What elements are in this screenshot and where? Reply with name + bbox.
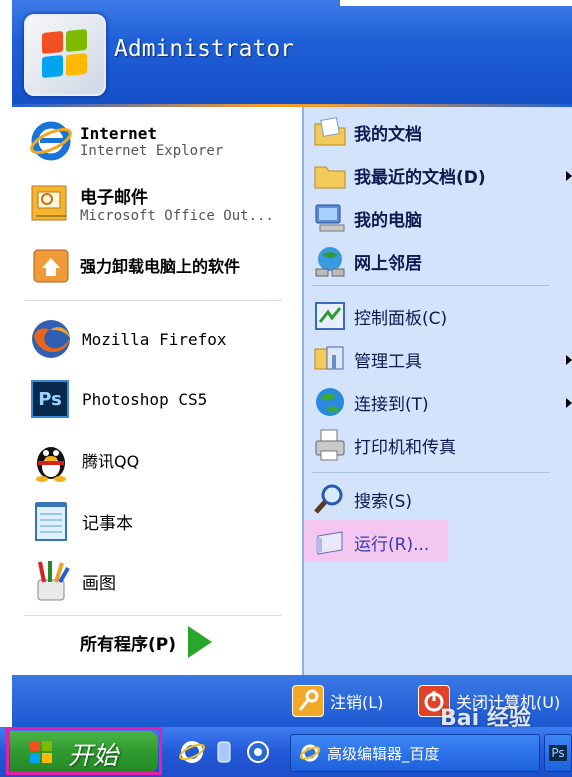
my-documents-icon — [312, 114, 348, 150]
network-icon — [312, 243, 348, 279]
recent-paint[interactable]: 画图 — [28, 558, 116, 604]
right-separator — [312, 285, 550, 286]
firefox-icon — [28, 316, 74, 362]
user-name: Administrator — [114, 36, 295, 62]
connect-chevron-icon — [566, 398, 572, 408]
search-icon — [312, 481, 348, 517]
uninstall-label: 强力卸载电脑上的软件 — [80, 257, 241, 276]
internet-sublabel: Internet Explorer — [80, 142, 224, 159]
quicklaunch-app-icon[interactable] — [212, 738, 236, 766]
window-edge — [340, 0, 572, 6]
recent-photoshop[interactable]: Ps Photoshop CS5 — [28, 376, 207, 422]
windows-flag-icon — [39, 28, 91, 81]
photoshop-icon: Ps — [28, 376, 74, 422]
place-control-panel[interactable]: 控制面板(C) — [312, 298, 447, 334]
pinned-internet[interactable]: Internet Internet Explorer — [28, 118, 223, 164]
printer-icon — [312, 427, 348, 463]
quicklaunch-desktop-icon[interactable] — [244, 738, 272, 766]
key-icon — [292, 685, 324, 717]
place-run[interactable]: 运行(R)... — [312, 524, 429, 560]
place-my-computer[interactable]: 我的电脑 — [312, 200, 422, 236]
recent-firefox[interactable]: Mozilla Firefox — [28, 316, 227, 362]
run-label: 运行(R)... — [354, 534, 430, 555]
ie-icon — [28, 118, 74, 164]
notepad-icon — [28, 498, 74, 544]
admin-tools-icon — [312, 341, 348, 377]
place-connect-to[interactable]: 连接到(T) — [312, 384, 429, 420]
control-panel-icon — [312, 298, 348, 334]
run-icon — [312, 524, 348, 560]
email-label: 电子邮件 — [80, 187, 148, 208]
recent-docs-icon — [312, 157, 348, 193]
connect-icon — [312, 384, 348, 420]
my-documents-label: 我的文档 — [354, 124, 422, 145]
task-ie-icon — [299, 742, 321, 764]
left-bottom-separator — [24, 615, 282, 616]
notepad-label: 记事本 — [82, 513, 133, 534]
printers-label: 打印机和传真 — [354, 437, 456, 458]
place-network[interactable]: 网上邻居 — [312, 243, 422, 279]
control-panel-label: 控制面板(C) — [354, 308, 448, 329]
task-editor-label: 高级编辑器_百度 — [327, 744, 440, 763]
qq-icon — [28, 437, 74, 483]
admin-tools-chevron-icon — [566, 355, 572, 365]
outlook-icon — [28, 180, 74, 226]
place-admin-tools[interactable]: 管理工具 — [312, 341, 422, 377]
user-avatar[interactable] — [24, 14, 106, 96]
logoff-button[interactable]: 注销(L) — [292, 685, 383, 717]
recent-docs-chevron-icon — [566, 171, 572, 181]
taskbar-item-photoshop[interactable]: Ps — [544, 734, 572, 772]
place-recent-docs[interactable]: 我最近的文档(D) — [312, 157, 486, 193]
admin-tools-label: 管理工具 — [354, 351, 422, 372]
search-label: 搜索(S) — [354, 491, 413, 512]
email-sublabel: Microsoft Office Out... — [80, 207, 274, 224]
recent-notepad[interactable]: 记事本 — [28, 498, 133, 544]
baidu-watermark: Bai 经验 — [440, 706, 531, 731]
start-button-highlight — [6, 727, 162, 775]
network-label: 网上邻居 — [354, 253, 422, 274]
uninstall-icon — [28, 242, 74, 288]
my-computer-label: 我的电脑 — [354, 210, 422, 231]
place-printers[interactable]: 打印机和传真 — [312, 427, 456, 463]
connect-label: 连接到(T) — [354, 394, 429, 415]
my-computer-icon — [312, 200, 348, 236]
left-separator — [24, 300, 282, 301]
pinned-email[interactable]: 电子邮件 Microsoft Office Out... — [28, 180, 274, 226]
quicklaunch-ie-icon[interactable] — [178, 738, 206, 766]
place-my-documents[interactable]: 我的文档 — [312, 114, 422, 150]
taskbar-item-editor[interactable]: 高级编辑器_百度 — [290, 734, 540, 772]
recent-qq[interactable]: 腾讯QQ — [28, 437, 139, 483]
internet-label: Internet — [80, 123, 158, 143]
photoshop-label: Photoshop CS5 — [82, 389, 208, 409]
qq-label: 腾讯QQ — [82, 452, 140, 471]
all-programs-button[interactable]: 所有程序(P) — [80, 626, 212, 658]
firefox-label: Mozilla Firefox — [82, 329, 227, 349]
task-ps-icon: Ps — [549, 745, 567, 761]
place-search[interactable]: 搜索(S) — [312, 481, 412, 517]
all-programs-label: 所有程序(P) — [80, 634, 176, 655]
pinned-uninstall[interactable]: 强力卸载电脑上的软件 — [28, 242, 240, 288]
paint-label: 画图 — [82, 573, 116, 594]
right-separator-2 — [312, 472, 550, 473]
paint-icon — [28, 558, 74, 604]
logoff-label: 注销(L) — [330, 693, 384, 712]
green-arrow-icon — [188, 626, 212, 658]
recent-docs-label: 我最近的文档(D) — [354, 167, 486, 188]
